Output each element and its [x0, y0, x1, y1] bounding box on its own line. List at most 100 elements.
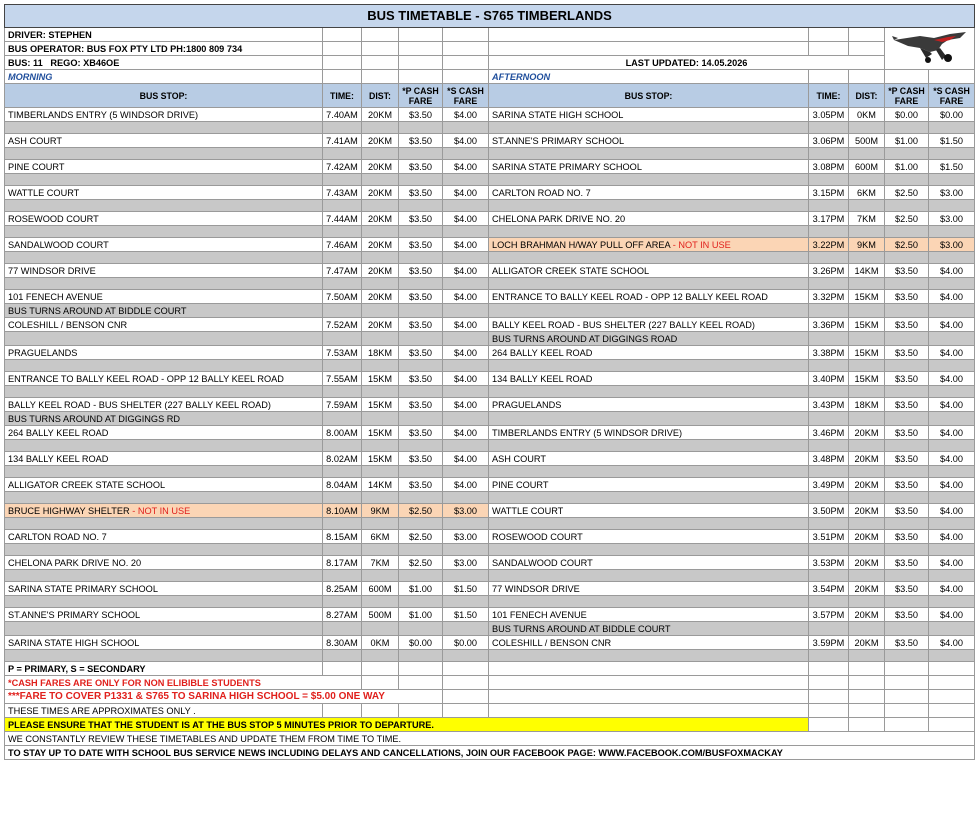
afternoon-distance: 0KM: [848, 107, 885, 122]
afternoon-sfare-header: *S CASH FARE: [927, 83, 976, 108]
morning-primary-fare: $2.50: [398, 555, 443, 570]
afternoon-stop-name: CARLTON ROAD NO. 7: [488, 185, 809, 200]
afternoon-distance: 20KM: [848, 607, 885, 622]
afternoon-turnaround-note: BUS TURNS AROUND AT DIGGINGS ROAD: [488, 331, 809, 346]
morning-time: 8.10AM: [322, 503, 362, 518]
morning-heading: MORNING: [4, 69, 323, 84]
morning-time: 7.41AM: [322, 133, 362, 148]
afternoon-stop-label: PRAGUELANDS: [492, 399, 562, 410]
afternoon-distance: 600M: [848, 159, 885, 174]
morning-distance: 20KM: [361, 107, 399, 122]
morning-secondary-fare: $1.50: [442, 607, 489, 622]
afternoon-pfare-header: *P CASH FARE: [884, 83, 929, 108]
afternoon-stop-name: 264 BALLY KEEL ROAD: [488, 345, 809, 360]
morning-primary-fare: $3.50: [398, 425, 443, 440]
afternoon-distance: 9KM: [848, 237, 885, 252]
morning-time: 8.15AM: [322, 529, 362, 544]
morning-stop-name: 264 BALLY KEEL ROAD: [4, 425, 323, 440]
page-title: BUS TIMETABLE - S765 TIMBERLANDS: [3, 4, 976, 28]
morning-time: 7.47AM: [322, 263, 362, 278]
morning-distance: 18KM: [361, 345, 399, 360]
afternoon-distance: 15KM: [848, 289, 885, 304]
afternoon-primary-fare: $2.50: [884, 185, 929, 200]
table-row: 264 BALLY KEEL ROAD 8.00AM 15KM $3.50 $4.00 T…: [4, 425, 976, 440]
morning-secondary-fare: $4.00: [442, 425, 489, 440]
afternoon-distance: 15KM: [848, 371, 885, 386]
morning-stop-label: CHELONA PARK DRIVE NO. 20: [8, 557, 142, 568]
morning-secondary-fare: $3.00: [442, 555, 489, 570]
afternoon-primary-fare: $3.50: [884, 263, 929, 278]
morning-stop-name: TIMBERLANDS ENTRY (5 WINDSOR DRIVE): [4, 107, 323, 122]
morning-stop-name: BALLY KEEL ROAD - BUS SHELTER (227 BALLY…: [4, 397, 323, 412]
afternoon-heading: AFTERNOON: [488, 69, 809, 84]
table-row: ENTRANCE TO BALLY KEEL ROAD - OPP 12 BAL…: [4, 371, 976, 386]
morning-time: 8.27AM: [322, 607, 362, 622]
morning-distance: 20KM: [361, 263, 399, 278]
afternoon-time: 3.59PM: [808, 635, 849, 650]
morning-distance: 600M: [361, 581, 399, 596]
morning-secondary-fare: $4.00: [442, 159, 489, 174]
morning-stop-name: 134 BALLY KEEL ROAD: [4, 451, 323, 466]
morning-stop-label: ASH COURT: [8, 135, 62, 146]
table-row: WATTLE COURT 7.43AM 20KM $3.50 $4.00 CARLTON …: [4, 185, 976, 200]
table-row: 77 WINDSOR DRIVE 7.47AM 20KM $3.50 $4.00 ALLI…: [4, 263, 976, 278]
spacer-row: [4, 199, 976, 212]
afternoon-distance: 20KM: [848, 581, 885, 596]
morning-stop-label: ROSEWOOD COURT: [8, 213, 99, 224]
afternoon-time: 3.36PM: [808, 317, 849, 332]
afternoon-secondary-fare: $4.00: [927, 607, 976, 622]
morning-stop-label: PINE COURT: [8, 161, 65, 172]
morning-stop-header: BUS STOP:: [4, 83, 323, 108]
morning-stop-label: PRAGUELANDS: [8, 347, 78, 358]
afternoon-stop-label: SARINA STATE PRIMARY SCHOOL: [492, 161, 642, 172]
afternoon-primary-fare: $0.00: [884, 107, 929, 122]
morning-stop-label: BALLY KEEL ROAD - BUS SHELTER (227 BALLY…: [8, 399, 271, 410]
morning-primary-fare: $3.50: [398, 371, 443, 386]
last-updated: LAST UPDATED: 14.05.2026: [488, 55, 885, 70]
afternoon-stop-name: LOCH BRAHMAN H/WAY PULL OFF AREA - NOT I…: [488, 237, 809, 252]
morning-distance: 20KM: [361, 317, 399, 332]
morning-distance: 20KM: [361, 159, 399, 174]
morning-distance: 500M: [361, 607, 399, 622]
afternoon-primary-fare: $3.50: [884, 555, 929, 570]
morning-primary-fare: $3.50: [398, 317, 443, 332]
afternoon-time: 3.06PM: [808, 133, 849, 148]
morning-distance: 9KM: [361, 503, 399, 518]
morning-stop-name: ROSEWOOD COURT: [4, 211, 323, 226]
morning-turnaround-note: BUS TURNS AROUND AT DIGGINGS RD: [4, 411, 323, 426]
morning-primary-fare: $3.50: [398, 345, 443, 360]
morning-dist-header: DIST:: [361, 83, 399, 108]
morning-time: 7.52AM: [322, 317, 362, 332]
afternoon-stop-name: ST.ANNE'S PRIMARY SCHOOL: [488, 133, 809, 148]
afternoon-stop-label: 134 BALLY KEEL ROAD: [492, 373, 593, 384]
morning-stop-name: SANDALWOOD COURT: [4, 237, 323, 252]
afternoon-stop-name: COLESHILL / BENSON CNR: [488, 635, 809, 650]
morning-time: 7.46AM: [322, 237, 362, 252]
spacer-row: [4, 465, 976, 478]
afternoon-stop-label: SARINA STATE HIGH SCHOOL: [492, 109, 624, 120]
afternoon-stop-name: PRAGUELANDS: [488, 397, 809, 412]
afternoon-primary-fare: $3.50: [884, 529, 929, 544]
morning-stop-label: CARLTON ROAD NO. 7: [8, 531, 107, 542]
morning-stop-label: 264 BALLY KEEL ROAD: [8, 427, 109, 438]
afternoon-stop-name: CHELONA PARK DRIVE NO. 20: [488, 211, 809, 226]
afternoon-secondary-fare: $4.00: [927, 477, 976, 492]
table-row: TIMBERLANDS ENTRY (5 WINDSOR DRIVE) 7.40A…: [4, 107, 976, 122]
afternoon-distance: 15KM: [848, 345, 885, 360]
afternoon-primary-fare: $3.50: [884, 477, 929, 492]
table-row: PINE COURT 7.42AM 20KM $3.50 $4.00 SARINA STA…: [4, 159, 976, 174]
morning-time: 8.30AM: [322, 635, 362, 650]
morning-stop-name: PINE COURT: [4, 159, 323, 174]
afternoon-secondary-fare: $3.00: [927, 211, 976, 226]
morning-time: 8.00AM: [322, 425, 362, 440]
morning-time: 7.53AM: [322, 345, 362, 360]
afternoon-time: 3.26PM: [808, 263, 849, 278]
morning-distance: 15KM: [361, 451, 399, 466]
morning-primary-fare: $1.00: [398, 607, 443, 622]
morning-distance: 7KM: [361, 555, 399, 570]
driver-label: DRIVER: STEPHEN: [4, 27, 323, 42]
afternoon-distance: 20KM: [848, 529, 885, 544]
spacer-row: [4, 517, 976, 530]
morning-secondary-fare: $4.00: [442, 237, 489, 252]
afternoon-secondary-fare: $1.50: [927, 159, 976, 174]
